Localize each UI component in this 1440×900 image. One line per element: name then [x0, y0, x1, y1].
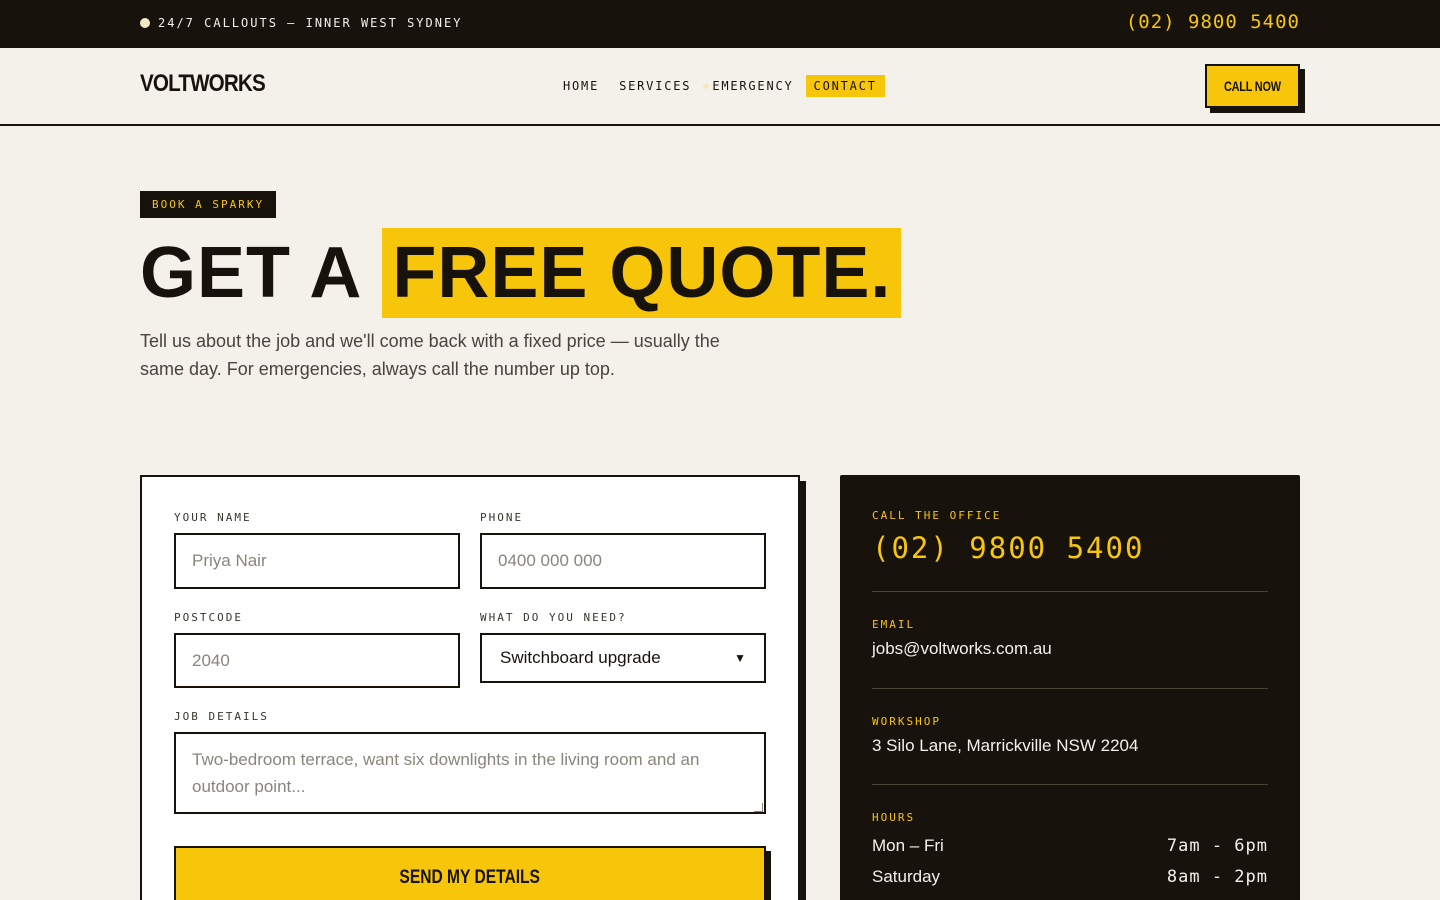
emergency-dot-icon [703, 83, 710, 89]
job-details-label: JOB DETAILS [174, 710, 269, 723]
contact-info-panel: CALL THE OFFICE (02) 9800 5400 EMAIL job… [840, 475, 1300, 900]
office-phone-link[interactable]: (02) 9800 5400 [872, 531, 1144, 565]
quote-form: YOUR NAME PHONE POSTCODE WHAT DO YOU NEE… [140, 475, 800, 900]
service-select[interactable]: Switchboard upgrade ▼ [480, 633, 766, 683]
hours-time: 7am - 6pm [1166, 836, 1268, 856]
resize-handle-icon[interactable] [754, 803, 763, 812]
divider [872, 688, 1268, 689]
service-selected-value: Switchboard upgrade [500, 648, 661, 667]
page-title-highlight: FREE QUOTE. [382, 228, 902, 318]
service-label: WHAT DO YOU NEED? [480, 611, 627, 624]
nav-services[interactable]: SERVICES [611, 75, 699, 97]
hours-time: 8am - 2pm [1166, 867, 1268, 887]
nav-home[interactable]: HOME [555, 75, 607, 97]
hours-day: Saturday [872, 867, 941, 886]
section-tag: BOOK A SPARKY [140, 191, 277, 218]
send-details-button[interactable]: SEND MY DETAILS [174, 846, 766, 900]
phone-label: PHONE [480, 511, 524, 524]
workshop-address: 3 Silo Lane, Marrickville NSW 2204 [872, 736, 1139, 755]
postcode-field[interactable] [174, 633, 460, 688]
site-header: VOLTWORKS HOME SERVICES EMERGENCY CONTAC… [0, 48, 1440, 126]
postcode-label: POSTCODE [174, 611, 243, 624]
divider [872, 591, 1268, 592]
intro-text: Tell us about the job and we'll come bac… [140, 331, 720, 379]
callout-tagline: 24/7 CALLOUTS — INNER WEST SYDNEY [158, 16, 463, 30]
name-field[interactable] [174, 533, 460, 589]
hours-row: Saturday 8am - 2pm [872, 865, 1268, 889]
job-details-field[interactable] [174, 732, 766, 814]
email-label: EMAIL [872, 618, 916, 631]
name-label: YOUR NAME [174, 511, 252, 524]
page-title-prefix: GET A [140, 233, 363, 313]
hours-row: Mon – Fri 7am - 6pm [872, 834, 1268, 858]
call-now-button[interactable]: CALL NOW [1205, 64, 1300, 108]
nav-contact[interactable]: CONTACT [805, 75, 885, 97]
email-link[interactable]: jobs@voltworks.com.au [872, 639, 1052, 659]
phone-field[interactable] [480, 533, 766, 589]
hours-label: HOURS [872, 811, 916, 824]
main-nav: HOME SERVICES EMERGENCY CONTACT [555, 75, 889, 97]
top-phone-link[interactable]: (02) 9800 5400 [1126, 11, 1300, 33]
divider [872, 784, 1268, 785]
page-title: GET A FREE QUOTE. [140, 228, 902, 318]
workshop-label: WORKSHOP [872, 715, 941, 728]
send-details-label: SEND MY DETAILS [399, 867, 541, 888]
chevron-down-icon: ▼ [734, 651, 746, 665]
call-now-label: CALL NOW [1224, 78, 1281, 94]
nav-emergency[interactable]: EMERGENCY [712, 75, 801, 97]
call-office-label: CALL THE OFFICE [872, 509, 1002, 522]
hours-day: Mon – Fri [872, 836, 944, 855]
status-dot-icon [140, 18, 150, 28]
top-bar: 24/7 CALLOUTS — INNER WEST SYDNEY (02) 9… [0, 0, 1440, 48]
logo[interactable]: VOLTWORKS [140, 70, 266, 98]
